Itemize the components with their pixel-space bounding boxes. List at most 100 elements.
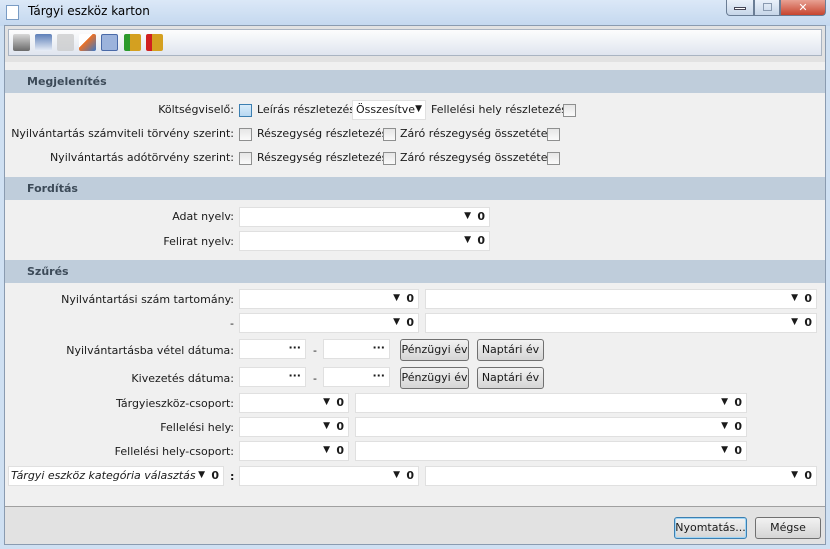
app-icon xyxy=(6,5,19,20)
paperclip-icon[interactable]: 0 xyxy=(336,444,344,457)
reg-range-to-select[interactable]: ▼ 0 xyxy=(239,313,419,333)
caption-language-label: Felirat nyelv: xyxy=(163,235,234,248)
paperclip-icon[interactable]: 0 xyxy=(804,292,812,305)
asset-group-name-select[interactable]: ▼ 0 xyxy=(355,393,747,413)
description-detail-label: Leírás részletezés: xyxy=(257,103,359,116)
calendar-year-button[interactable]: Naptári év xyxy=(477,367,544,389)
tax-law-label: Nyilvántartás adótörvény szerint: xyxy=(49,151,234,164)
location-label: Fellelési hely: xyxy=(160,421,234,434)
chevron-down-icon: ▼ xyxy=(393,470,400,480)
paperclip-icon[interactable]: 0 xyxy=(336,396,344,409)
title-bar: Tárgyi eszköz karton ✕ xyxy=(0,0,830,26)
chevron-down-icon: ▼ xyxy=(393,293,400,303)
calendar-year-button[interactable]: Naptári év xyxy=(477,339,544,361)
category-select[interactable]: ▼ 0 xyxy=(239,466,419,486)
cost-bearer-checkbox[interactable] xyxy=(239,104,252,117)
paperclip-icon[interactable]: 0 xyxy=(734,420,742,433)
paperclip-icon[interactable]: 0 xyxy=(211,469,219,482)
close-button[interactable]: ✕ xyxy=(780,0,826,16)
description-detail-select[interactable]: Összesítve ▼ xyxy=(352,100,426,120)
location-name-select[interactable]: ▼ 0 xyxy=(355,417,747,437)
minimize-button[interactable] xyxy=(726,0,754,16)
print-button[interactable]: Nyomtatás... xyxy=(674,517,747,539)
edit-icon[interactable] xyxy=(79,34,96,51)
location-group-select[interactable]: ▼ 0 xyxy=(239,441,349,461)
reg-range-to-name-select[interactable]: ▼ 0 xyxy=(425,313,817,333)
location-detail-checkbox[interactable] xyxy=(563,104,576,117)
date-dash: - xyxy=(313,372,317,385)
print-icon[interactable] xyxy=(13,34,30,51)
paperclip-icon[interactable]: 0 xyxy=(477,210,485,223)
accounting-law-checkbox[interactable] xyxy=(239,128,252,141)
print-preview-icon[interactable] xyxy=(35,34,52,51)
closing-subunit-checkbox[interactable] xyxy=(547,152,560,165)
chevron-down-icon: ▼ xyxy=(415,104,422,114)
fiscal-year-button[interactable]: Pénzügyi év xyxy=(400,339,469,361)
range-dash: - xyxy=(230,317,234,330)
category-colon: : xyxy=(230,470,235,483)
paperclip-icon[interactable]: 0 xyxy=(477,234,485,247)
paperclip-icon[interactable]: 0 xyxy=(804,469,812,482)
reg-date-from-input[interactable]: ··· xyxy=(239,339,306,359)
closing-subunit-label: Záró részegység összetétel: xyxy=(400,127,555,140)
chevron-down-icon: ▼ xyxy=(323,445,330,455)
coins-import-icon[interactable] xyxy=(124,34,141,51)
data-language-label: Adat nyelv: xyxy=(172,210,234,223)
subunit-detail-label: Részegység részletezés: xyxy=(257,127,392,140)
chevron-down-icon: ▼ xyxy=(791,470,798,480)
reg-range-from-select[interactable]: ▼ 0 xyxy=(239,289,419,309)
disposal-date-label: Kivezetés dátuma: xyxy=(131,372,234,385)
paperclip-icon[interactable]: 0 xyxy=(406,292,414,305)
cost-bearer-label: Költségviselő: xyxy=(158,103,234,116)
location-group-label: Fellelési hely-csoport: xyxy=(114,445,234,458)
maximize-button[interactable] xyxy=(754,0,780,16)
calculator-icon[interactable] xyxy=(101,34,118,51)
reg-date-to-input[interactable]: ··· xyxy=(323,339,390,359)
chevron-down-icon: ▼ xyxy=(464,235,471,245)
copy-icon[interactable] xyxy=(57,34,74,51)
accounting-law-label: Nyilvántartás számviteli törvény szerint… xyxy=(11,127,234,140)
chevron-down-icon: ▼ xyxy=(721,421,728,431)
paperclip-icon[interactable]: 0 xyxy=(406,469,414,482)
subunit-detail-checkbox[interactable] xyxy=(383,128,396,141)
chevron-down-icon: ▼ xyxy=(791,317,798,327)
date-picker-button[interactable]: ··· xyxy=(372,369,385,382)
chevron-down-icon: ▼ xyxy=(323,397,330,407)
disposal-date-to-input[interactable]: ··· xyxy=(323,367,390,387)
paperclip-icon[interactable]: 0 xyxy=(734,444,742,457)
window-title: Tárgyi eszköz karton xyxy=(28,4,150,18)
data-language-select[interactable]: ▼ 0 xyxy=(239,207,490,227)
date-picker-button[interactable]: ··· xyxy=(372,341,385,354)
coins-export-icon[interactable] xyxy=(146,34,163,51)
divider xyxy=(5,506,825,507)
category-name-select[interactable]: ▼ 0 xyxy=(425,466,817,486)
tax-law-checkbox[interactable] xyxy=(239,152,252,165)
category-choice-select[interactable]: Tárgyi eszköz kategória választás ▼ 0 xyxy=(8,466,224,486)
chevron-down-icon: ▼ xyxy=(464,211,471,221)
date-dash: - xyxy=(313,344,317,357)
section-filter: Szűrés xyxy=(5,260,825,283)
reg-range-from-name-select[interactable]: ▼ 0 xyxy=(425,289,817,309)
date-picker-button[interactable]: ··· xyxy=(288,341,301,354)
asset-group-select[interactable]: ▼ 0 xyxy=(239,393,349,413)
cancel-button[interactable]: Mégse xyxy=(755,517,821,539)
location-select[interactable]: ▼ 0 xyxy=(239,417,349,437)
fiscal-year-button[interactable]: Pénzügyi év xyxy=(400,367,469,389)
chevron-down-icon: ▼ xyxy=(393,317,400,327)
caption-language-select[interactable]: ▼ 0 xyxy=(239,231,490,251)
reg-range-label: Nyilvántartási szám tartomány: xyxy=(61,293,234,306)
location-group-name-select[interactable]: ▼ 0 xyxy=(355,441,747,461)
paperclip-icon[interactable]: 0 xyxy=(734,396,742,409)
date-picker-button[interactable]: ··· xyxy=(288,369,301,382)
asset-group-label: Tárgyieszköz-csoport: xyxy=(115,397,234,410)
paperclip-icon[interactable]: 0 xyxy=(336,420,344,433)
disposal-date-from-input[interactable]: ··· xyxy=(239,367,306,387)
paperclip-icon[interactable]: 0 xyxy=(406,316,414,329)
closing-subunit-checkbox[interactable] xyxy=(547,128,560,141)
subunit-detail-checkbox[interactable] xyxy=(383,152,396,165)
section-display: Megjelenítés xyxy=(5,70,825,93)
paperclip-icon[interactable]: 0 xyxy=(804,316,812,329)
category-choice-value: Tárgyi eszköz kategória választás xyxy=(11,469,196,482)
subunit-detail-label: Részegység részletezés: xyxy=(257,151,392,164)
chevron-down-icon: ▼ xyxy=(323,421,330,431)
